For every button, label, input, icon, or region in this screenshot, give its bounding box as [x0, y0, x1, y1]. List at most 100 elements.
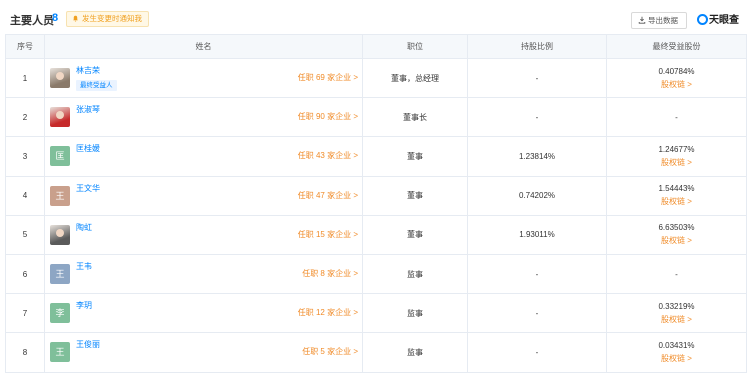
posts-link[interactable]: 任职 69 家企业 >	[298, 72, 358, 83]
notice-label: 发生变更时通知我	[82, 14, 142, 23]
person-name-link[interactable]: 王韦	[76, 261, 92, 272]
holding-cell: -	[467, 97, 607, 138]
final-holding-cell: 0.40784% 股权链 >	[606, 57, 747, 99]
main-personnel-table: 序号 姓名 职位 持股比例 最终受益股份 1 林吉荣 最终受益人 任职 69 家企业 …	[5, 34, 747, 373]
person-name-link[interactable]: 王俊丽	[76, 339, 100, 350]
col-header-final-holding: 最终受益股份	[606, 34, 747, 59]
avatar-photo[interactable]	[50, 107, 70, 128]
final-holding-cell: -	[606, 253, 747, 295]
final-holding-value: -	[675, 112, 678, 122]
final-holding-value: 1.54443%	[658, 184, 695, 194]
position-cell: 董事，总经理	[362, 57, 468, 99]
row-index: 8	[5, 332, 45, 373]
holding-cell: -	[467, 253, 607, 295]
export-label: 导出数据	[648, 16, 678, 25]
beneficiary-tag: 最终受益人	[76, 80, 117, 92]
equity-chain-link[interactable]: 股权链 >	[607, 314, 746, 325]
final-holding-cell: 6.63503% 股权链 >	[606, 214, 747, 255]
position-cell: 董事	[362, 214, 468, 255]
person-name-link[interactable]: 张淑琴	[76, 104, 100, 115]
final-holding-value: 0.40784%	[658, 66, 695, 76]
person-name-link[interactable]: 陶虹	[76, 222, 92, 233]
table-row: 4 王王文华 任职 47 家企业 > 董事 0.74202% 1.54443% 股权链 >	[5, 175, 747, 216]
person-name-link[interactable]: 李玥	[76, 300, 92, 311]
holding-cell: 1.93011%	[467, 214, 607, 255]
table-header-row: 序号 姓名 职位 持股比例 最终受益股份	[5, 34, 747, 59]
person-name-link[interactable]: 匡桂媛	[76, 143, 100, 154]
posts-link[interactable]: 任职 47 家企业 >	[298, 190, 358, 201]
equity-chain-link[interactable]: 股权链 >	[607, 353, 746, 364]
people-count: 8	[52, 12, 59, 24]
avatar[interactable]: 李	[50, 303, 70, 324]
export-data-button[interactable]: 导出数据	[631, 12, 687, 29]
name-cell: 陶虹任职 15 家企业 >	[44, 214, 363, 255]
person-photo-icon	[53, 111, 67, 128]
posts-link[interactable]: 任职 12 家企业 >	[298, 307, 358, 318]
name-cell: 王王文华任职 47 家企业 >	[44, 175, 363, 216]
download-icon	[638, 16, 646, 24]
position-cell: 监事	[362, 293, 468, 334]
table-row: 7 李李玥 任职 12 家企业 > 监事 -0.33219% 股权链 >	[5, 293, 747, 334]
table-row: 5 陶虹 任职 15 家企业 > 董事 1.93011% 6.63503% 股权链 >	[5, 214, 747, 255]
posts-link[interactable]: 任职 43 家企业 >	[298, 150, 358, 161]
equity-chain-link[interactable]: 股权链 >	[607, 157, 746, 168]
col-header-index: 序号	[5, 34, 45, 59]
section-title: 主要人员	[10, 15, 54, 27]
name-cell: 林吉荣最终受益人 任职 69 家企业 >	[44, 57, 363, 99]
position-cell: 监事	[362, 253, 468, 295]
posts-link[interactable]: 任职 15 家企业 >	[298, 229, 358, 240]
table-row: 8 王王俊丽 任职 5 家企业 > 监事 -0.03431% 股权链 >	[5, 332, 747, 373]
col-header-position: 职位	[362, 34, 468, 59]
final-holding-cell: 1.24677% 股权链 >	[606, 136, 747, 177]
avatar[interactable]: 王	[50, 342, 70, 363]
holding-cell: 1.23814%	[467, 136, 607, 177]
person-name-link[interactable]: 林吉荣	[76, 65, 100, 76]
row-index: 2	[5, 97, 45, 138]
name-cell: 王王俊丽任职 5 家企业 >	[44, 332, 363, 373]
holding-cell: -	[467, 57, 607, 99]
section-header: 主要人员 8 发生变更时通知我 导出数据 天眼查	[0, 0, 750, 34]
avatar[interactable]: 王	[50, 264, 70, 285]
avatar-photo[interactable]	[50, 68, 70, 89]
row-index: 6	[5, 253, 45, 295]
holding-cell: 0.74202%	[467, 175, 607, 216]
avatar[interactable]: 匡	[50, 146, 70, 167]
posts-link[interactable]: 任职 90 家企业 >	[298, 111, 358, 122]
posts-link[interactable]: 任职 8 家企业 >	[302, 268, 358, 279]
col-header-holding: 持股比例	[467, 34, 607, 59]
bell-icon	[73, 15, 78, 22]
table-row: 3 匡匡桂媛 任职 43 家企业 > 董事 1.23814% 1.24677% 股权链 >	[5, 136, 747, 177]
final-holding-cell: -	[606, 97, 747, 138]
brand-logo: 天眼查	[697, 12, 739, 29]
row-index: 4	[5, 175, 45, 216]
position-cell: 监事	[362, 332, 468, 373]
position-cell: 董事长	[362, 97, 468, 138]
row-index: 3	[5, 136, 45, 177]
holding-cell: -	[467, 293, 607, 334]
equity-chain-link[interactable]: 股权链 >	[607, 235, 746, 246]
name-cell: 王王韦任职 8 家企业 >	[44, 253, 363, 295]
final-holding-cell: 0.33219% 股权链 >	[606, 293, 747, 334]
position-cell: 董事	[362, 136, 468, 177]
avatar[interactable]: 王	[50, 185, 70, 206]
person-name-link[interactable]: 王文华	[76, 183, 100, 194]
person-photo-icon	[53, 228, 67, 245]
equity-chain-link[interactable]: 股权链 >	[607, 196, 746, 207]
name-cell: 张淑琴任职 90 家企业 >	[44, 97, 363, 138]
col-header-name: 姓名	[44, 34, 363, 59]
equity-chain-link[interactable]: 股权链 >	[607, 79, 746, 90]
name-cell: 匡匡桂媛任职 43 家企业 >	[44, 136, 363, 177]
brand-text: 天眼查	[709, 15, 739, 26]
table-row: 2 张淑琴 任职 90 家企业 > 董事长 - -	[5, 97, 747, 138]
table-row: 6 王王韦 任职 8 家企业 > 监事 - -	[5, 253, 747, 295]
position-cell: 董事	[362, 175, 468, 216]
change-notify-button[interactable]: 发生变更时通知我	[66, 11, 149, 27]
final-holding-value: -	[675, 269, 678, 279]
name-cell: 李李玥任职 12 家企业 >	[44, 293, 363, 334]
posts-link[interactable]: 任职 5 家企业 >	[302, 346, 358, 357]
avatar-photo[interactable]	[50, 224, 70, 245]
final-holding-cell: 0.03431% 股权链 >	[606, 332, 747, 373]
final-holding-value: 0.33219%	[658, 301, 695, 311]
final-holding-value: 6.63503%	[658, 223, 695, 233]
final-holding-value: 1.24677%	[658, 144, 695, 154]
